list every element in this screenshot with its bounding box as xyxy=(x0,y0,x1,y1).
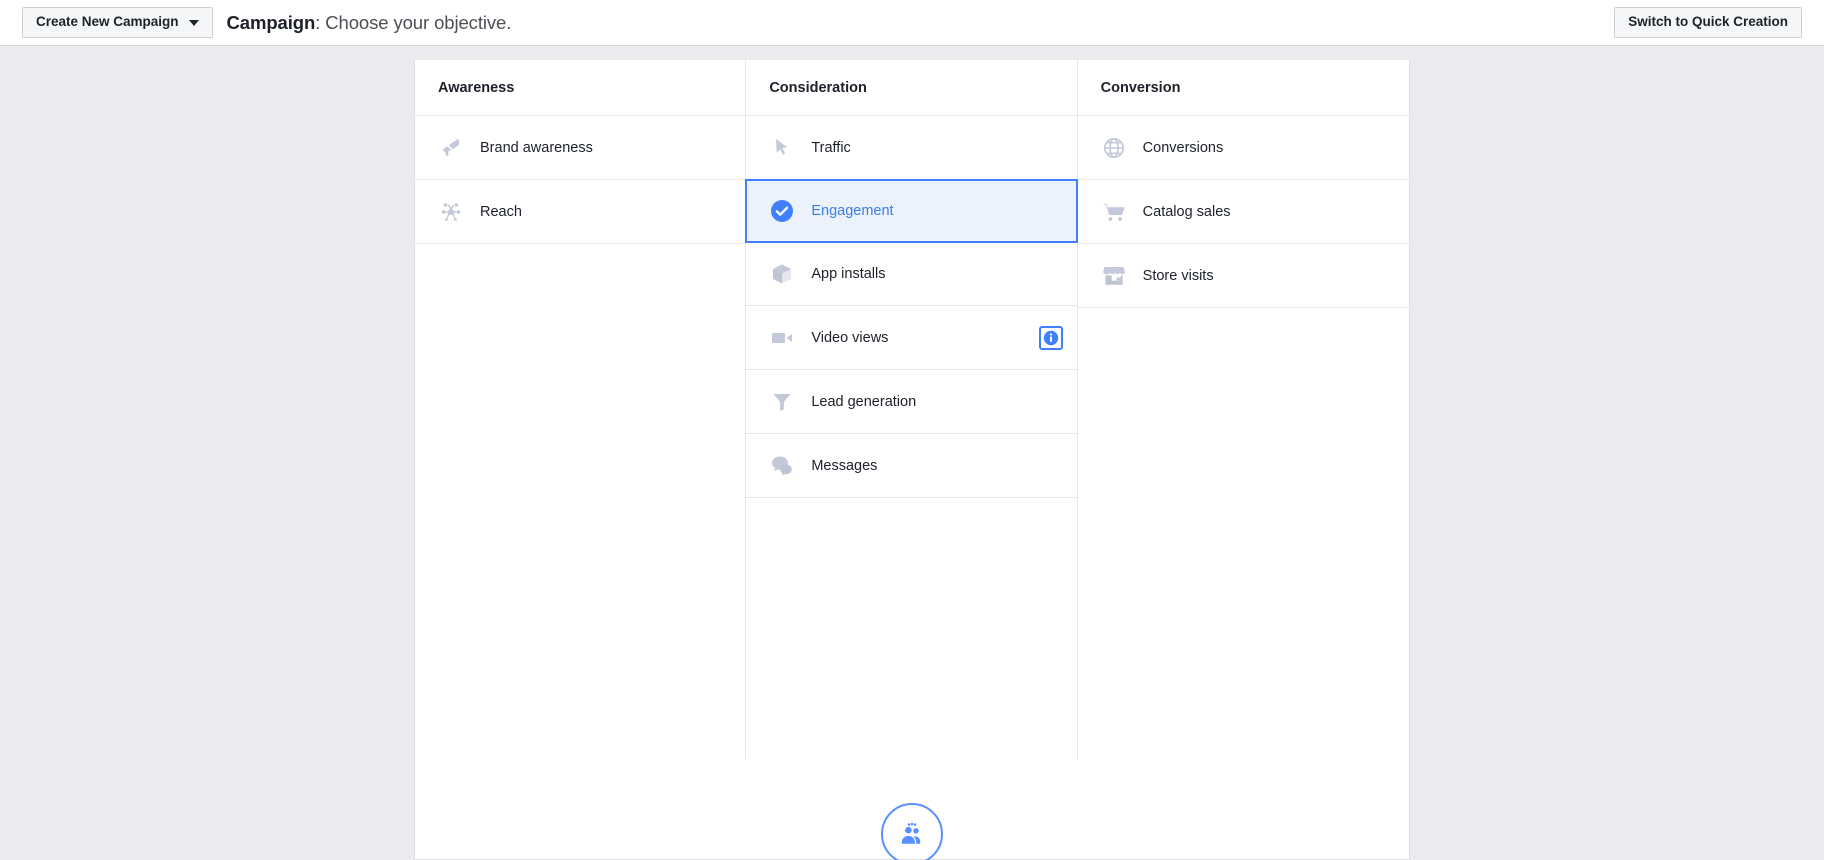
storefront-icon xyxy=(1101,263,1127,289)
objective-option-brand-awareness[interactable]: Brand awareness xyxy=(415,116,745,180)
switch-to-quick-creation-label: Switch to Quick Creation xyxy=(1628,15,1788,30)
check-circle-icon xyxy=(769,198,795,224)
cube-icon xyxy=(769,261,795,287)
funnel-icon xyxy=(769,389,795,415)
objective-option-store-visits[interactable]: Store visits xyxy=(1078,244,1409,308)
column-header-consideration: Consideration xyxy=(746,60,1076,116)
objective-column-awareness: Awareness Brand awareness xyxy=(415,60,746,759)
objective-option-label: Lead generation xyxy=(811,394,916,410)
objective-option-catalog-sales[interactable]: Catalog sales xyxy=(1078,180,1409,244)
objective-option-label: Traffic xyxy=(811,140,850,156)
column-header-awareness: Awareness xyxy=(415,60,745,116)
objective-columns: Awareness Brand awareness xyxy=(415,60,1409,759)
chat-bubbles-icon xyxy=(769,453,795,479)
objective-option-label: Engagement xyxy=(811,203,893,219)
column-filler-conversion xyxy=(1078,308,1409,759)
objective-option-label: App installs xyxy=(811,266,885,282)
main-stage: Awareness Brand awareness xyxy=(0,46,1824,860)
create-new-campaign-label: Create New Campaign xyxy=(36,15,179,30)
objective-option-label: Store visits xyxy=(1143,268,1214,284)
page-title-bold: Campaign xyxy=(227,12,316,33)
objective-option-app-installs[interactable]: App installs xyxy=(746,242,1076,306)
create-new-campaign-button[interactable]: Create New Campaign xyxy=(22,7,213,38)
top-toolbar-right: Switch to Quick Creation xyxy=(1614,7,1802,38)
cursor-arrow-icon xyxy=(769,135,795,161)
top-toolbar: Create New Campaign Campaign: Choose you… xyxy=(0,0,1824,46)
page-title-rest: : Choose your objective. xyxy=(315,12,511,33)
video-camera-icon xyxy=(769,325,795,351)
objective-option-lead-generation[interactable]: Lead generation xyxy=(746,370,1076,434)
column-filler-consideration xyxy=(746,498,1076,757)
info-icon[interactable] xyxy=(1039,326,1063,350)
megaphone-icon xyxy=(438,135,464,161)
reach-hub-icon xyxy=(438,199,464,225)
objective-option-video-views[interactable]: Video views xyxy=(746,306,1076,370)
column-filler-awareness xyxy=(415,244,745,759)
globe-icon xyxy=(1101,135,1127,161)
objective-option-label: Reach xyxy=(480,204,522,220)
objective-option-messages[interactable]: Messages xyxy=(746,434,1076,498)
objective-option-label: Messages xyxy=(811,458,877,474)
objective-option-engagement[interactable]: Engagement xyxy=(745,179,1077,243)
objective-column-conversion: Conversion Conversions xyxy=(1078,60,1409,759)
objective-panel: Awareness Brand awareness xyxy=(414,60,1410,860)
objective-option-reach[interactable]: Reach xyxy=(415,180,745,244)
chevron-down-icon xyxy=(189,20,199,26)
objective-option-label: Video views xyxy=(811,330,888,346)
objective-option-label: Conversions xyxy=(1143,140,1224,156)
objective-option-label: Catalog sales xyxy=(1143,204,1231,220)
objective-option-conversions[interactable]: Conversions xyxy=(1078,116,1409,180)
shopping-cart-icon xyxy=(1101,199,1127,225)
objective-column-consideration: Consideration Traffic Engagement xyxy=(746,60,1077,759)
objective-detail: Engagement Get more people to see and en… xyxy=(415,759,1409,860)
column-header-conversion: Conversion xyxy=(1078,60,1409,116)
objective-option-label: Brand awareness xyxy=(480,140,593,156)
switch-to-quick-creation-button[interactable]: Switch to Quick Creation xyxy=(1614,7,1802,38)
objective-option-traffic[interactable]: Traffic xyxy=(746,116,1076,180)
people-group-icon xyxy=(881,803,943,860)
page-title: Campaign: Choose your objective. xyxy=(227,12,512,34)
